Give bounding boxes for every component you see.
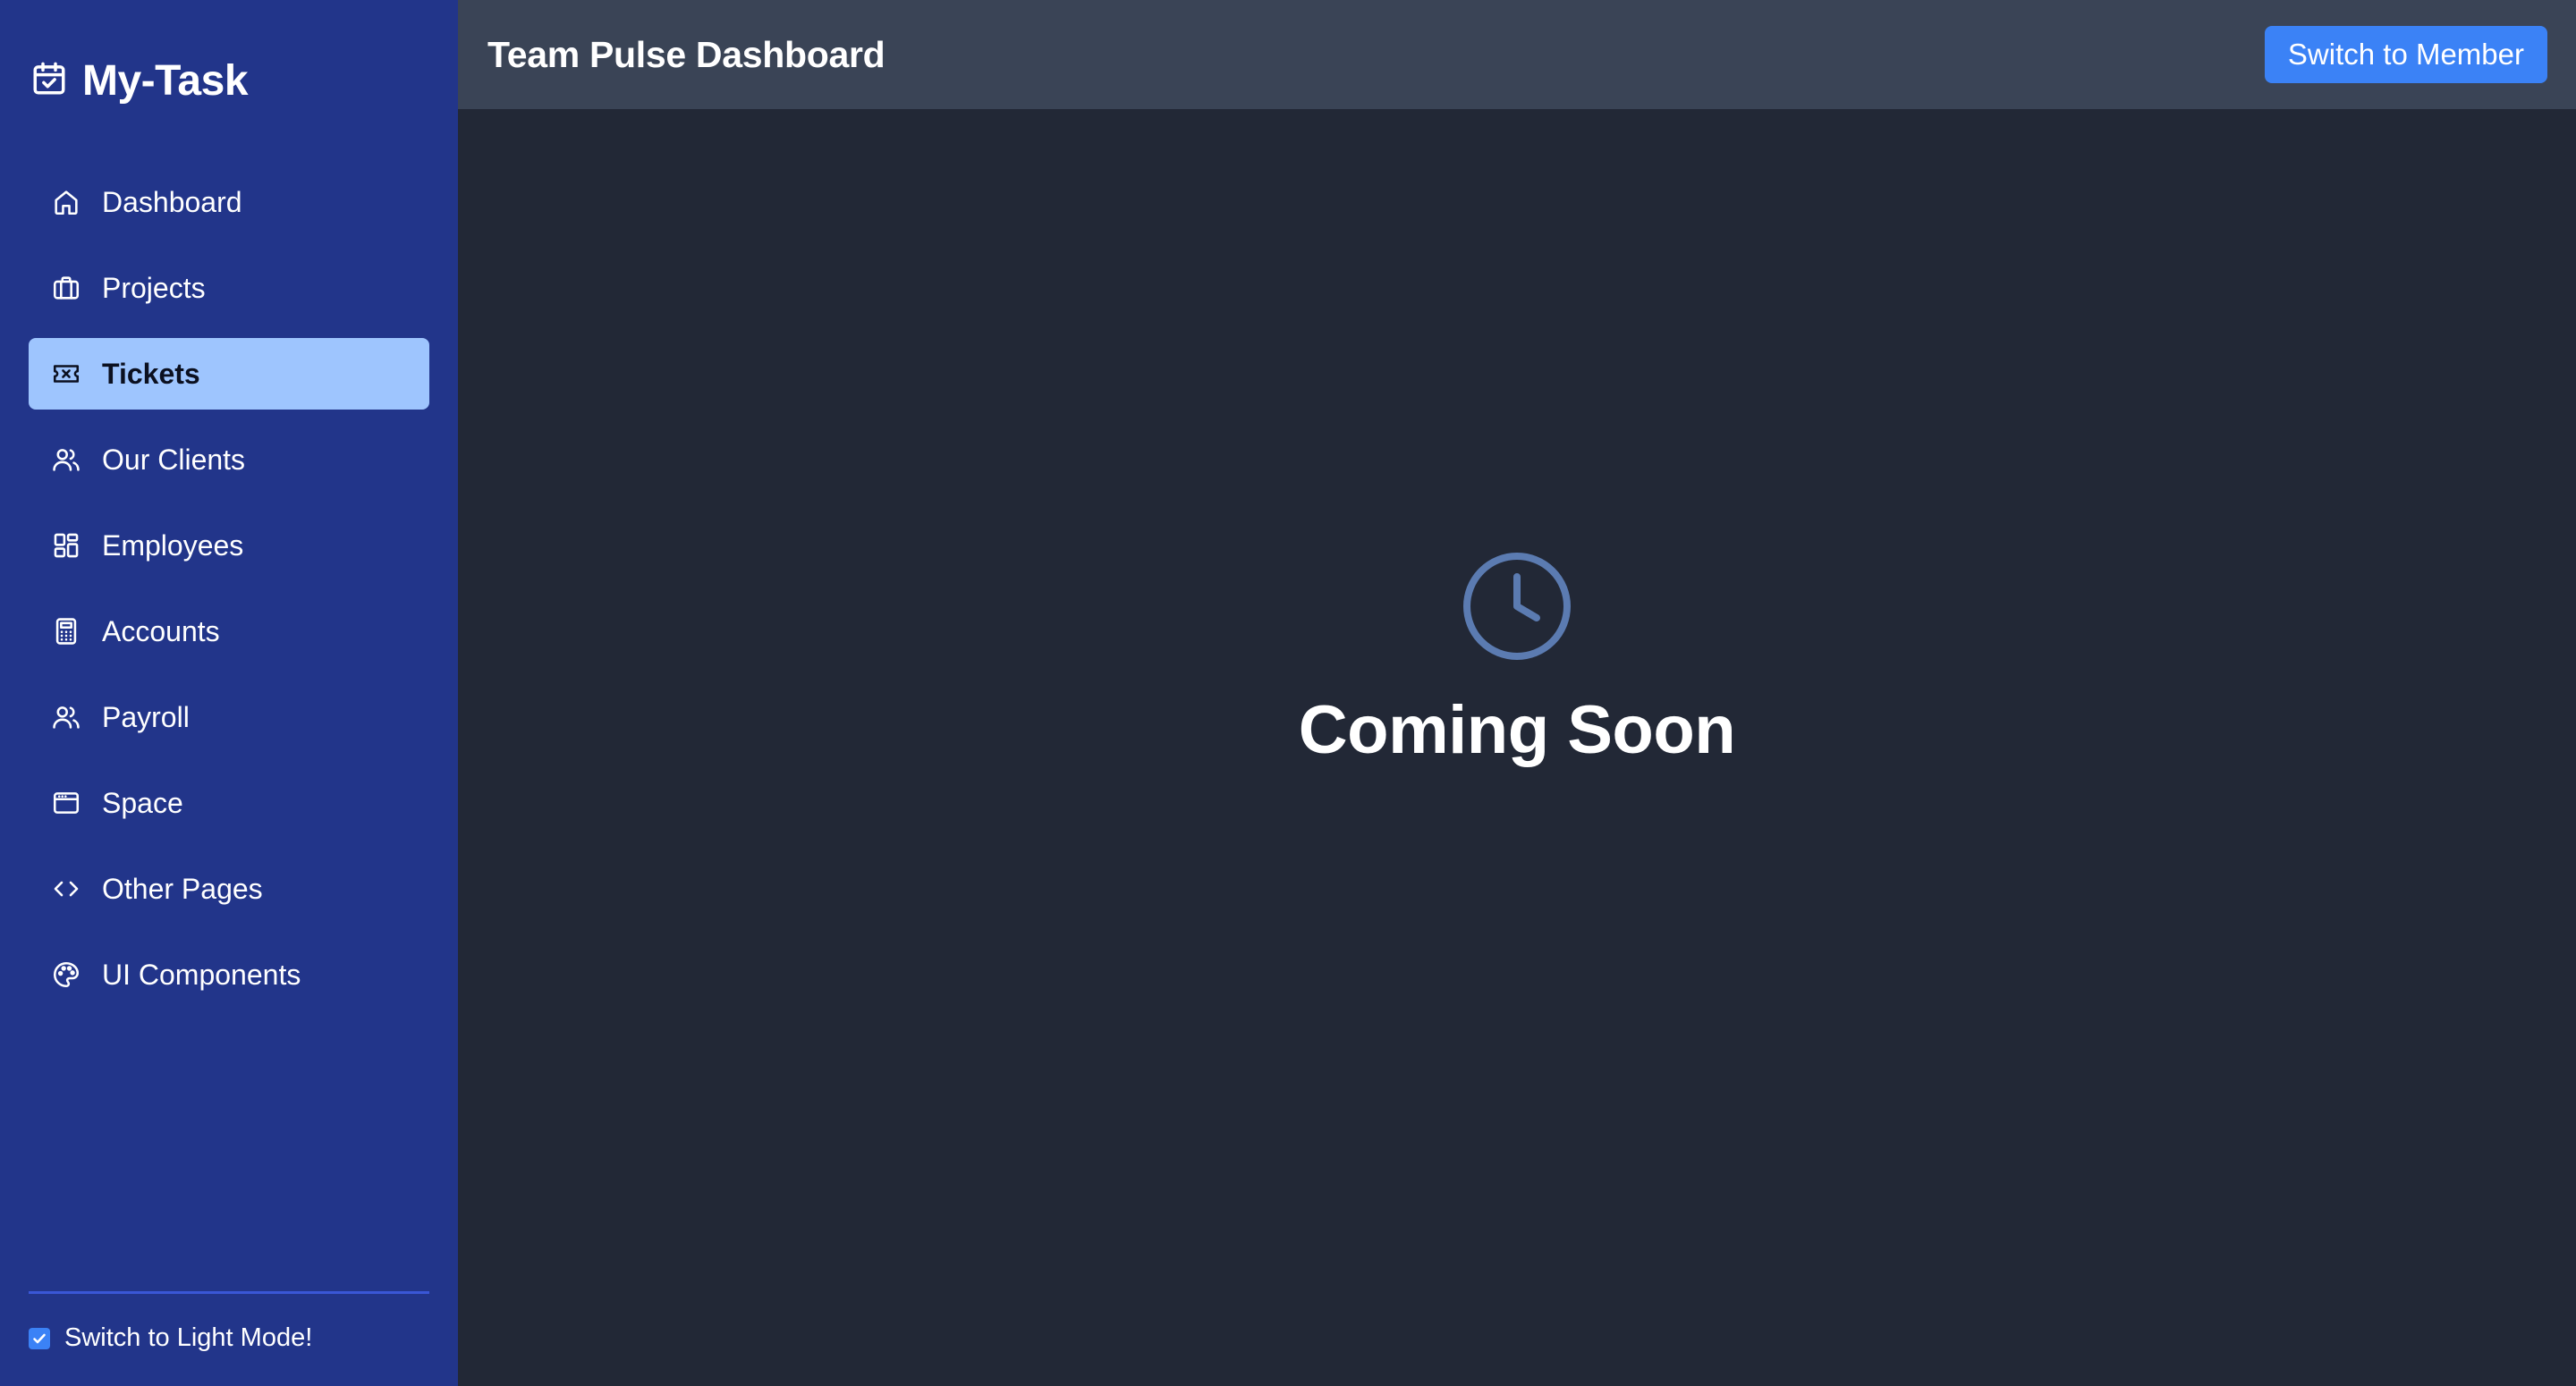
home-icon bbox=[50, 186, 82, 218]
sidebar-item-label: UI Components bbox=[102, 958, 301, 991]
sidebar-item-our-clients[interactable]: Our Clients bbox=[29, 424, 429, 495]
sidebar-item-employees[interactable]: Employees bbox=[29, 510, 429, 581]
sidebar-item-label: Employees bbox=[102, 528, 244, 562]
grid-icon bbox=[50, 529, 82, 562]
clock-icon bbox=[1462, 551, 1572, 666]
sidebar-item-label: Payroll bbox=[102, 700, 190, 733]
sidebar-item-projects[interactable]: Projects bbox=[29, 252, 429, 324]
light-mode-checkbox[interactable] bbox=[29, 1327, 50, 1349]
ticket-icon bbox=[50, 358, 82, 390]
browser-window-icon bbox=[50, 787, 82, 819]
sidebar-item-tickets[interactable]: Tickets bbox=[29, 338, 429, 410]
checkmark-icon bbox=[33, 1333, 46, 1343]
coming-soon-message: Coming Soon bbox=[1298, 692, 1736, 768]
sidebar-item-label: Accounts bbox=[102, 614, 220, 647]
sidebar-item-accounts[interactable]: Accounts bbox=[29, 596, 429, 667]
brand-name: My-Task bbox=[82, 56, 249, 105]
users-icon bbox=[50, 701, 82, 733]
top-header: Team Pulse Dashboard Switch to Member bbox=[458, 0, 2576, 109]
page-title: Team Pulse Dashboard bbox=[487, 33, 886, 75]
brand[interactable]: My-Task bbox=[30, 55, 249, 106]
coming-soon-panel: Coming Soon bbox=[458, 551, 2576, 769]
sidebar-item-other-pages[interactable]: Other Pages bbox=[29, 853, 429, 925]
sidebar-item-label: Tickets bbox=[102, 357, 200, 390]
sidebar: My-Task Dashboard Projects Tickets Our C… bbox=[0, 0, 458, 1386]
sidebar-item-label: Projects bbox=[102, 271, 206, 304]
sidebar-item-payroll[interactable]: Payroll bbox=[29, 681, 429, 753]
light-mode-toggle[interactable]: Switch to Light Mode! bbox=[29, 1323, 312, 1353]
sidebar-item-label: Dashboard bbox=[102, 185, 242, 218]
calculator-icon bbox=[50, 615, 82, 647]
sidebar-item-label: Space bbox=[102, 786, 183, 819]
light-mode-label: Switch to Light Mode! bbox=[64, 1323, 313, 1352]
sidebar-item-dashboard[interactable]: Dashboard bbox=[29, 166, 429, 238]
app-root: My-Task Dashboard Projects Tickets Our C… bbox=[0, 0, 2576, 1386]
calendar-check-icon bbox=[30, 60, 68, 102]
palette-icon bbox=[50, 959, 82, 991]
sidebar-item-label: Our Clients bbox=[102, 443, 246, 476]
sidebar-divider bbox=[29, 1291, 429, 1294]
sidebar-nav: Dashboard Projects Tickets Our Clients E… bbox=[29, 166, 429, 1025]
sidebar-item-space[interactable]: Space bbox=[29, 767, 429, 839]
sidebar-item-ui-components[interactable]: UI Components bbox=[29, 939, 429, 1010]
code-icon bbox=[50, 873, 82, 905]
users-icon bbox=[50, 444, 82, 476]
switch-to-member-button[interactable]: Switch to Member bbox=[2264, 26, 2547, 83]
main-content: Team Pulse Dashboard Switch to Member Co… bbox=[458, 0, 2576, 1386]
sidebar-item-label: Other Pages bbox=[102, 872, 263, 905]
briefcase-icon bbox=[50, 272, 82, 304]
